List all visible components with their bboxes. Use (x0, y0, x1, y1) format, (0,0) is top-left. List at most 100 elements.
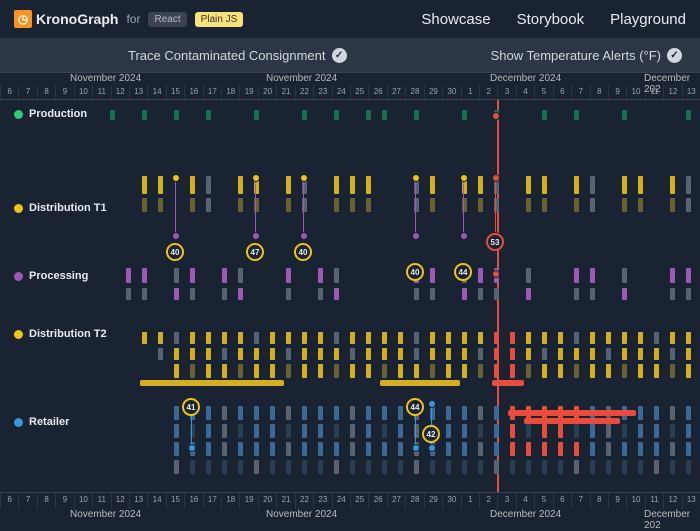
event-node[interactable] (412, 444, 420, 452)
event-bar[interactable] (206, 198, 211, 212)
event-bar[interactable] (334, 424, 339, 438)
temperature-badge[interactable]: 40 (406, 263, 424, 281)
event-bar[interactable] (638, 176, 643, 194)
event-bar[interactable] (670, 424, 675, 438)
event-bar[interactable] (302, 348, 307, 360)
event-bar[interactable] (286, 268, 291, 283)
event-bar[interactable] (494, 364, 499, 378)
event-bar[interactable] (206, 332, 211, 344)
temperature-badge[interactable]: 44 (454, 263, 472, 281)
event-bar[interactable] (254, 332, 259, 344)
event-bar[interactable] (638, 460, 643, 474)
event-bar[interactable] (606, 348, 611, 360)
event-bar[interactable] (478, 198, 483, 212)
event-bar[interactable] (590, 364, 595, 378)
event-bar[interactable] (590, 332, 595, 344)
event-bar[interactable] (222, 460, 227, 474)
event-bar[interactable] (350, 442, 355, 456)
event-bar[interactable] (366, 460, 371, 474)
event-bar[interactable] (542, 110, 547, 120)
event-bar[interactable] (494, 288, 499, 300)
event-bar[interactable] (398, 406, 403, 420)
event-bar[interactable] (430, 176, 435, 194)
event-bar[interactable] (206, 364, 211, 378)
event-bar[interactable] (494, 348, 499, 360)
event-bar[interactable] (510, 424, 515, 438)
event-bar[interactable] (318, 406, 323, 420)
event-bar[interactable] (382, 332, 387, 344)
event-bar[interactable] (638, 406, 643, 420)
event-bar[interactable] (126, 268, 131, 283)
event-bar[interactable] (622, 110, 627, 120)
event-bar[interactable] (126, 288, 131, 300)
event-bar[interactable] (142, 176, 147, 194)
event-bar[interactable] (334, 442, 339, 456)
event-bar[interactable] (174, 460, 179, 474)
event-bar[interactable] (494, 406, 499, 420)
event-bar[interactable] (382, 110, 387, 120)
event-bar[interactable] (430, 332, 435, 344)
event-bar[interactable] (446, 442, 451, 456)
interval-bar[interactable] (508, 410, 636, 416)
event-bar[interactable] (670, 332, 675, 344)
event-bar[interactable] (430, 198, 435, 212)
event-node[interactable] (492, 174, 500, 182)
event-bar[interactable] (478, 460, 483, 474)
event-bar[interactable] (254, 460, 259, 474)
event-bar[interactable] (110, 110, 115, 120)
event-bar[interactable] (414, 332, 419, 344)
event-bar[interactable] (350, 198, 355, 212)
event-bar[interactable] (670, 460, 675, 474)
event-bar[interactable] (158, 332, 163, 344)
event-bar[interactable] (606, 460, 611, 474)
nav-showcase[interactable]: Showcase (421, 11, 490, 28)
event-node[interactable] (492, 112, 500, 120)
event-bar[interactable] (366, 332, 371, 344)
event-bar[interactable] (334, 288, 339, 300)
event-bar[interactable] (590, 348, 595, 360)
event-bar[interactable] (446, 364, 451, 378)
event-bar[interactable] (430, 348, 435, 360)
event-bar[interactable] (494, 442, 499, 456)
event-bar[interactable] (478, 364, 483, 378)
event-bar[interactable] (686, 348, 691, 360)
event-bar[interactable] (526, 288, 531, 300)
event-bar[interactable] (238, 332, 243, 344)
event-bar[interactable] (382, 442, 387, 456)
event-bar[interactable] (206, 348, 211, 360)
event-bar[interactable] (542, 198, 547, 212)
event-bar[interactable] (238, 406, 243, 420)
event-bar[interactable] (142, 288, 147, 300)
event-bar[interactable] (302, 332, 307, 344)
event-bar[interactable] (238, 198, 243, 212)
event-bar[interactable] (542, 332, 547, 344)
event-bar[interactable] (638, 424, 643, 438)
time-axis-bottom[interactable]: 6789101112131415161718192021222324252627… (0, 492, 700, 520)
event-bar[interactable] (414, 348, 419, 360)
event-bar[interactable] (510, 364, 515, 378)
event-bar[interactable] (302, 442, 307, 456)
event-bar[interactable] (686, 442, 691, 456)
event-bar[interactable] (526, 348, 531, 360)
event-bar[interactable] (686, 268, 691, 283)
event-node[interactable] (252, 174, 260, 182)
event-bar[interactable] (190, 288, 195, 300)
event-bar[interactable] (366, 198, 371, 212)
event-bar[interactable] (286, 198, 291, 212)
event-bar[interactable] (654, 332, 659, 344)
event-bar[interactable] (366, 348, 371, 360)
event-bar[interactable] (174, 110, 179, 120)
event-bar[interactable] (478, 442, 483, 456)
event-bar[interactable] (206, 176, 211, 194)
event-bar[interactable] (366, 424, 371, 438)
event-bar[interactable] (478, 176, 483, 194)
event-bar[interactable] (462, 364, 467, 378)
event-bar[interactable] (158, 348, 163, 360)
event-bar[interactable] (430, 288, 435, 300)
event-bar[interactable] (622, 268, 627, 283)
event-bar[interactable] (302, 110, 307, 120)
event-bar[interactable] (382, 460, 387, 474)
event-bar[interactable] (542, 364, 547, 378)
event-bar[interactable] (622, 424, 627, 438)
event-bar[interactable] (462, 332, 467, 344)
